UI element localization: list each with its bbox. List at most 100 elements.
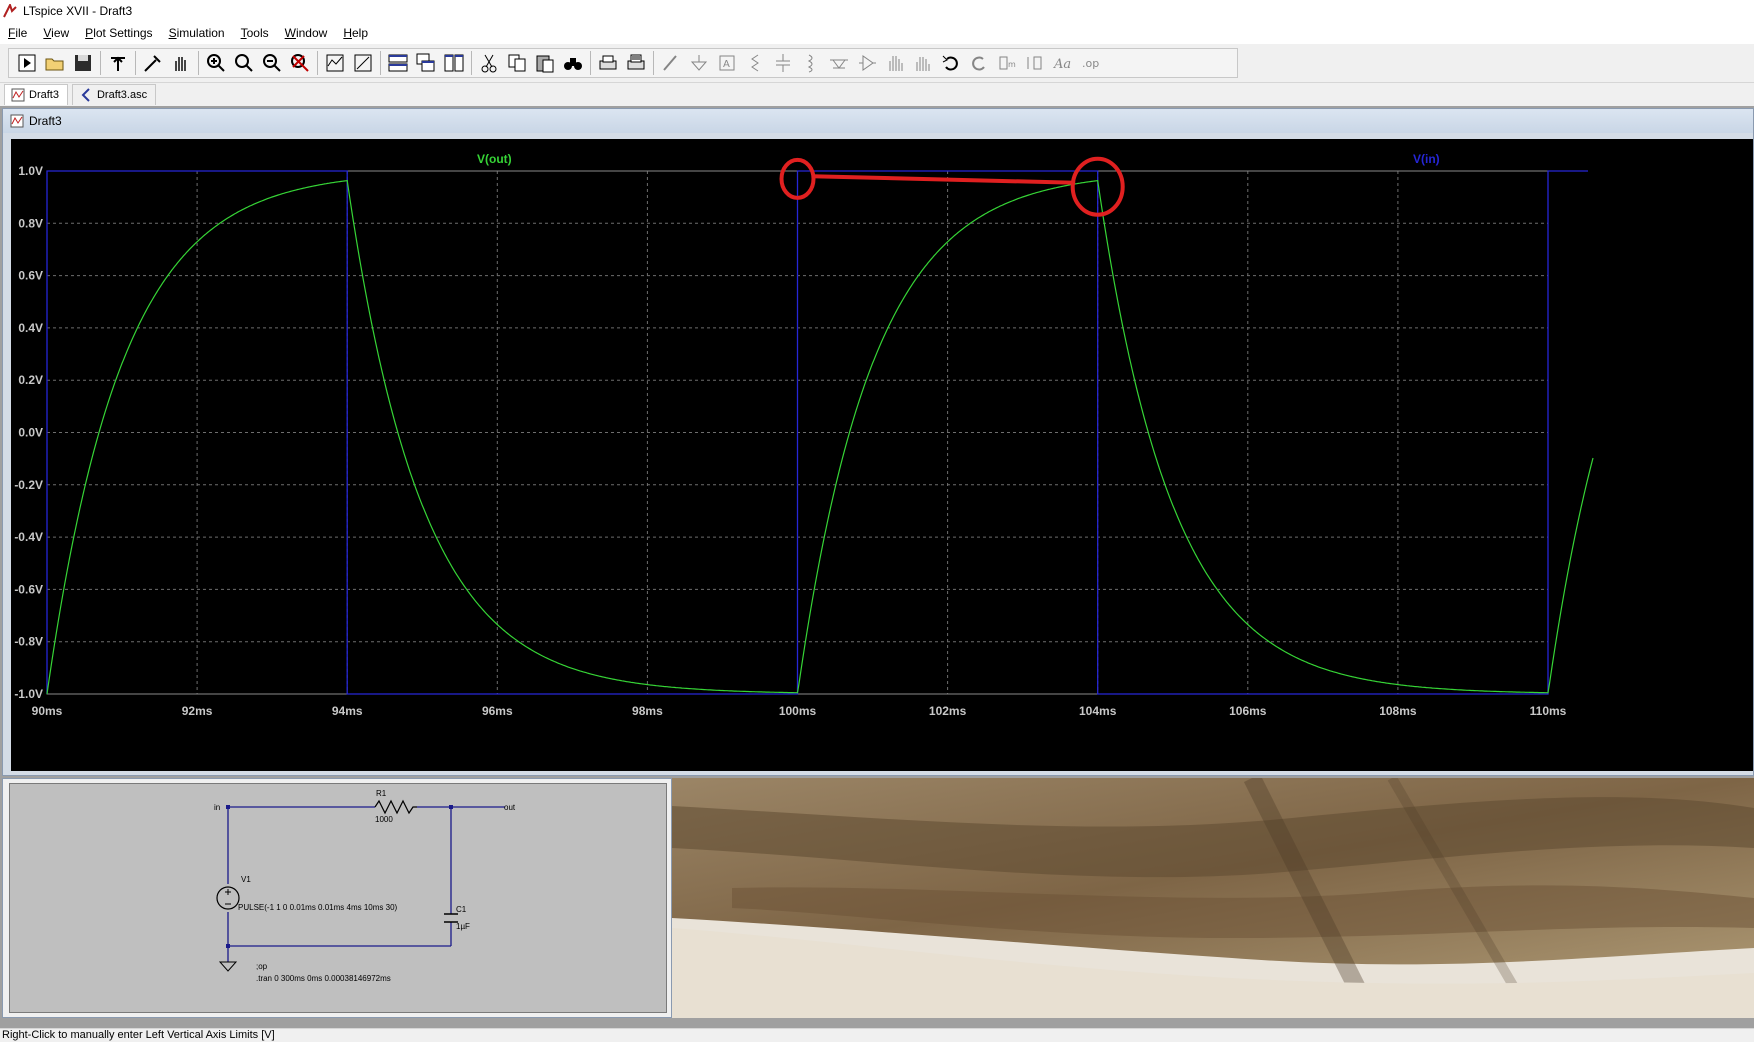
redo-button[interactable] [965, 50, 993, 76]
ground-button[interactable] [685, 50, 713, 76]
text-button[interactable]: Aa [1049, 50, 1077, 76]
vout-trace[interactable] [46, 179, 1594, 695]
x-tick-label: 108ms [1379, 704, 1417, 718]
label-net-button[interactable]: A [713, 50, 741, 76]
redo-icon [972, 56, 985, 71]
tile-horizontal-button[interactable] [384, 50, 412, 76]
open-icon [45, 58, 64, 71]
toolbar: A m Aa .op [0, 44, 1754, 83]
save-button[interactable] [69, 50, 97, 76]
zoom-in-button[interactable] [202, 50, 230, 76]
menu-tools[interactable]: Tools [233, 26, 277, 40]
drag-button[interactable] [909, 50, 937, 76]
rotate-button[interactable]: m [993, 50, 1021, 76]
x-tick-label: 104ms [1079, 704, 1117, 718]
y-tick-label: -0.2V [14, 478, 43, 492]
window-title: LTspice XVII - Draft3 [23, 4, 133, 18]
pick-probe-button[interactable] [139, 50, 167, 76]
mark-unused-button[interactable] [349, 50, 377, 76]
autorange-button[interactable] [321, 50, 349, 76]
vin-trace-label[interactable]: V(in) [1413, 152, 1440, 166]
zoom-out-icon [263, 54, 281, 72]
waveform-tab-icon [11, 88, 25, 102]
toolbar-separator [590, 51, 591, 75]
cut-button[interactable] [475, 50, 503, 76]
x-tick-label: 90ms [32, 704, 63, 718]
vout-trace-label[interactable]: V(out) [477, 152, 512, 166]
zoom-area-button[interactable] [230, 50, 258, 76]
print-icon [599, 55, 617, 70]
voltage-source-v1[interactable] [216, 886, 240, 910]
v1-value: PULSE(-1 1 0 0.01ms 0.01ms 4ms 10ms 30) [238, 903, 398, 912]
tile-vertical-button[interactable] [440, 50, 468, 76]
undo-button[interactable] [937, 50, 965, 76]
toolbar-separator [380, 51, 381, 75]
c1-value: 1µF [456, 922, 470, 931]
tab-label: Draft3 [29, 89, 59, 101]
y-tick-label: 1.0V [18, 164, 43, 178]
menu-plot-settings[interactable]: Plot Settings [77, 26, 160, 40]
x-tick-label: 110ms [1530, 704, 1567, 718]
photograph-image [672, 773, 1754, 1023]
tab-draft3-asc[interactable]: Draft3.asc [71, 84, 157, 105]
pan-hand-button[interactable] [167, 50, 195, 76]
capacitor-c1[interactable] [444, 913, 458, 923]
svg-text:A: A [723, 59, 730, 70]
move-icon [889, 56, 903, 71]
menu-help[interactable]: Help [335, 26, 376, 40]
mirror-button[interactable] [1021, 50, 1049, 76]
move-button[interactable] [881, 50, 909, 76]
menu-window[interactable]: Window [277, 26, 336, 40]
x-tick-label: 94ms [332, 704, 363, 718]
diode-button[interactable] [825, 50, 853, 76]
y-tick-label: 0.6V [18, 269, 43, 283]
zoom-cancel-button[interactable] [286, 50, 314, 76]
y-tick-label: 0.2V [18, 373, 43, 387]
junction-dot [226, 805, 230, 809]
tab-draft3[interactable]: Draft3 [4, 84, 68, 105]
save-icon [75, 55, 91, 71]
print-button[interactable] [594, 50, 622, 76]
component-button[interactable] [853, 50, 881, 76]
cascade-button[interactable] [412, 50, 440, 76]
red-annotation-line [812, 174, 1076, 185]
resistor-button[interactable] [741, 50, 769, 76]
toolbar-separator [653, 51, 654, 75]
menu-view[interactable]: View [35, 26, 77, 40]
schematic-canvas[interactable]: in out R1 1000 V1 PULSE(-1 1 0 0.01ms 0.… [9, 783, 667, 1013]
capacitor-icon [776, 54, 790, 72]
waveform-plot-area[interactable]: 90ms 92ms 94ms 96ms 98ms 100ms 102ms 104ms 106ms… [11, 139, 1753, 771]
find-icon [564, 58, 582, 70]
inductor-button[interactable] [797, 50, 825, 76]
ltspice-logo-icon [3, 4, 17, 18]
waveform-window-caption[interactable]: Draft3 [3, 109, 1753, 133]
open-button[interactable] [41, 50, 69, 76]
tile-horizontal-icon [388, 54, 408, 72]
control-panel-button[interactable] [104, 50, 132, 76]
paste-button[interactable] [531, 50, 559, 76]
capacitor-button[interactable] [769, 50, 797, 76]
menu-file[interactable]: File [0, 26, 35, 40]
y-tick-label: 0.0V [18, 426, 43, 440]
find-button[interactable] [559, 50, 587, 76]
draw-wire-button[interactable] [657, 50, 685, 76]
toolbar-separator [135, 51, 136, 75]
zoom-out-button[interactable] [258, 50, 286, 76]
copy-button[interactable] [503, 50, 531, 76]
run-button[interactable] [13, 50, 41, 76]
spice-directive-button[interactable]: .op [1077, 50, 1105, 76]
resistor-r1[interactable] [374, 799, 417, 815]
y-tick-label: -0.8V [14, 635, 43, 649]
mark-unused-icon [354, 54, 372, 72]
title-bar: LTspice XVII - Draft3 [0, 0, 1754, 22]
autorange-icon [326, 54, 344, 72]
x-tick-label: 96ms [482, 704, 513, 718]
menu-simulation[interactable]: Simulation [161, 26, 233, 40]
waveform-window: Draft3 90ms 92ms 94ms 96ms 98ms 100ms 102ms 104… [2, 108, 1754, 776]
draw-wire-icon [663, 55, 677, 71]
print-setup-button[interactable] [622, 50, 650, 76]
cascade-icon [416, 53, 435, 72]
wire [227, 806, 505, 962]
waveform-chart[interactable]: 90ms 92ms 94ms 96ms 98ms 100ms 102ms 104ms 106ms… [11, 139, 1753, 771]
tile-vertical-icon [444, 54, 464, 72]
